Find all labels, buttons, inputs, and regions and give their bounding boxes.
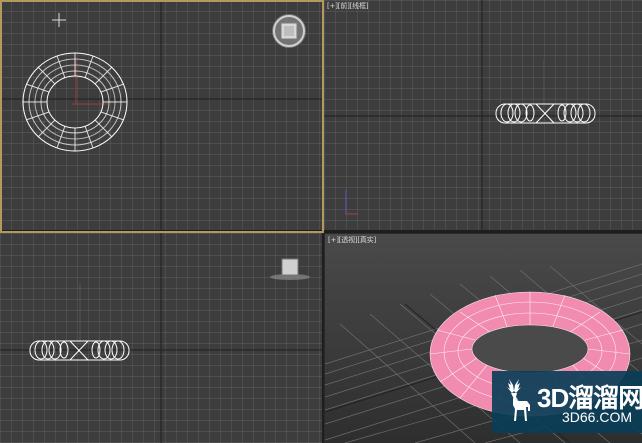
viewcube-icon[interactable] [272,14,306,48]
grid-left [0,233,322,443]
watermark-site: 3D66.COM [562,409,633,425]
viewport-left[interactable] [0,233,322,443]
viewport-divider-horizontal[interactable] [0,230,642,233]
viewport-top[interactable] [0,0,322,230]
grid-front [324,0,642,231]
viewport-menu-view[interactable]: [透视] [339,236,358,244]
viewport-menu-plus[interactable]: [+] [328,236,339,244]
viewport-divider-vertical[interactable] [322,0,324,443]
grid-top [0,0,322,230]
viewport-menu-shading[interactable]: [线框] [350,2,369,10]
viewport-front[interactable]: [+][前][线框] [324,0,642,231]
deer-logo-icon [507,379,530,421]
viewport-menu-shading[interactable]: [真实] [357,236,376,244]
watermark: 3D溜溜网 3D66.COM [492,371,642,433]
viewport-label-perspective[interactable]: [+][透视][真实] [328,235,376,245]
viewport-menu-view[interactable]: [前] [338,2,350,10]
viewport-label-front[interactable]: [+][前][线框] [327,1,368,11]
viewport-menu-plus[interactable]: [+] [327,2,338,10]
